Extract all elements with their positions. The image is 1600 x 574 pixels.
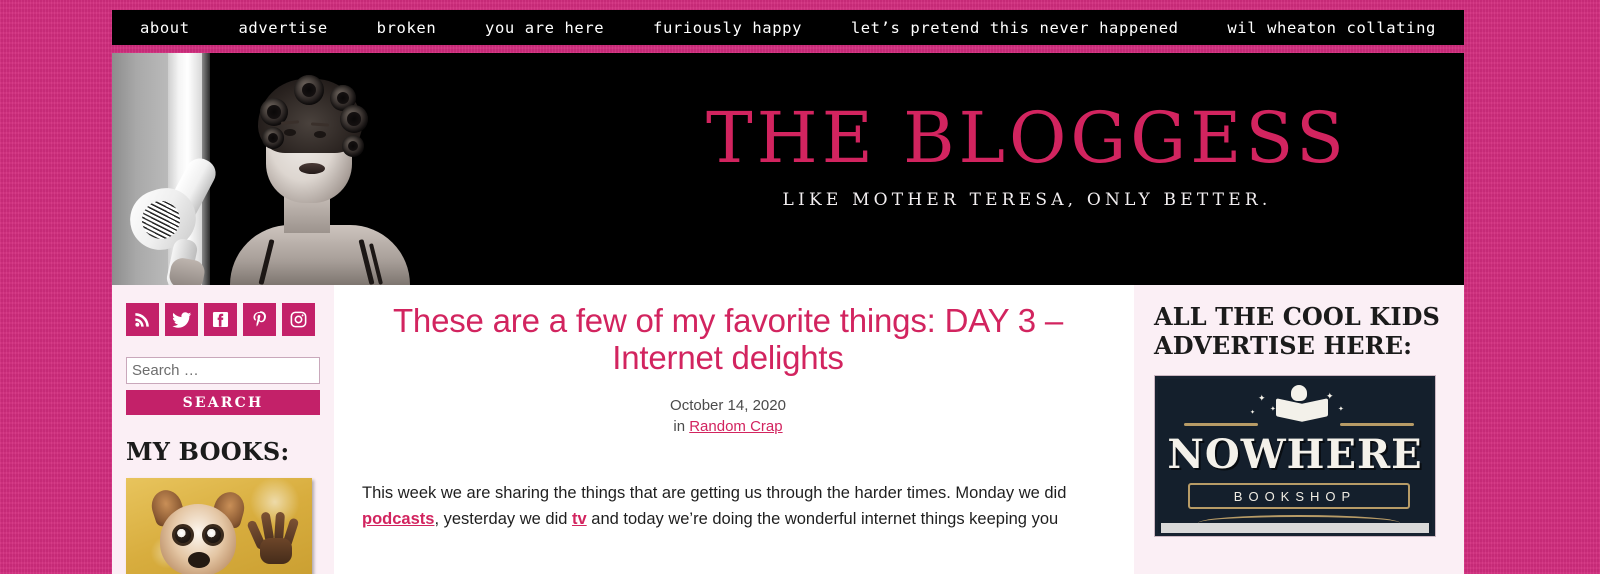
post-link-podcasts[interactable]: podcasts	[362, 510, 434, 528]
pinterest-icon[interactable]	[243, 303, 276, 336]
instagram-icon[interactable]	[282, 303, 315, 336]
ad-logo-name: NOWHERE	[1167, 430, 1423, 478]
reader-figure-icon	[1291, 384, 1307, 401]
site-header-banner: THE BLOGGESS LIKE MOTHER TERESA, ONLY BE…	[112, 53, 1464, 285]
facebook-icon[interactable]	[204, 303, 237, 336]
right-sidebar: ALL THE COOL KIDS ADVERTISE HERE: ✦ ✦ ✦ …	[1134, 285, 1464, 574]
raccoon-palm	[260, 538, 292, 564]
header-photo-woman-with-curlers	[112, 53, 467, 285]
nav-item-you-are-here[interactable]: you are here	[485, 19, 604, 37]
ornament-flourish-left	[1184, 422, 1258, 426]
post-content-column: These are a few of my favorite things: D…	[334, 285, 1134, 574]
hair-curler-icon	[342, 135, 364, 157]
ad-logo-subtitle: BOOKSHOP	[1233, 488, 1357, 504]
social-links-row	[126, 303, 322, 336]
nav-item-about[interactable]: about	[140, 19, 190, 37]
post-body-text-2: , yesterday we did	[434, 510, 573, 529]
raccoon-nose	[188, 552, 210, 568]
post-category-line: in Random Crap	[362, 416, 1094, 437]
raccoon-hand	[246, 511, 300, 566]
sparkle-icon: ✦	[1258, 392, 1266, 403]
nav-item-wil-wheaton[interactable]: wil wheaton collating	[1227, 19, 1436, 37]
sparkle-icon: ✦	[1326, 390, 1334, 401]
main-navigation: about advertise broken you are here furi…	[112, 10, 1464, 45]
post-body-paragraph: This week we are sharing the things that…	[362, 480, 1094, 533]
sparkle-icon: ✦	[1250, 409, 1256, 416]
photo-eye-left	[284, 129, 296, 136]
post-link-tv[interactable]: tv	[572, 510, 587, 528]
my-books-heading: MY BOOKS:	[126, 437, 290, 466]
hair-curler-icon	[294, 75, 324, 105]
book-page-right	[1302, 397, 1328, 422]
advertise-heading: ALL THE COOL KIDS ADVERTISE HERE:	[1154, 302, 1440, 360]
main-content-area: SEARCH MY BOOKS: These	[112, 285, 1464, 574]
nav-item-advertise[interactable]: advertise	[238, 19, 327, 37]
site-title[interactable]: THE BLOGGESS	[612, 103, 1442, 173]
post-date: October 14, 2020	[670, 396, 786, 414]
post-title[interactable]: These are a few of my favorite things: D…	[362, 302, 1094, 377]
nav-item-lets-pretend[interactable]: let’s pretend this never happened	[851, 19, 1179, 37]
ornament-flourish-right	[1340, 422, 1414, 426]
photo-lips	[299, 163, 325, 174]
post-category-prefix: in	[673, 418, 690, 436]
left-sidebar: SEARCH MY BOOKS:	[112, 285, 334, 574]
raccoon-eye-right	[202, 524, 224, 546]
photo-shoulders	[230, 225, 410, 285]
sparkle-icon: ✦	[1338, 405, 1344, 413]
book-page-left	[1276, 397, 1302, 422]
post-body-text-1: This week we are sharing the things that…	[362, 483, 1067, 502]
nowhere-bookshop-ad[interactable]: ✦ ✦ ✦ ✦ ✦ NOWHERE BOOKSHOP	[1154, 374, 1436, 537]
hair-curler-icon	[340, 105, 368, 133]
search-input[interactable]	[126, 357, 320, 384]
ad-inner-panel: ✦ ✦ ✦ ✦ ✦ NOWHERE BOOKSHOP	[1158, 378, 1432, 533]
post-meta: October 14, 2020 in Random Crap	[362, 395, 1094, 438]
site-tagline: LIKE MOTHER TERESA, ONLY BETTER.	[782, 190, 1272, 210]
nav-item-broken[interactable]: broken	[377, 19, 437, 37]
search-button[interactable]: SEARCH	[126, 390, 320, 415]
hair-curler-icon	[262, 127, 284, 149]
twitter-icon[interactable]	[165, 303, 198, 336]
sparkle-icon: ✦	[1270, 405, 1276, 413]
nav-item-furiously-happy[interactable]: furiously happy	[653, 19, 802, 37]
post-body-text-3: and today we’re doing the wonderful inte…	[586, 510, 1059, 529]
ad-bottom-strip	[1161, 522, 1429, 533]
search-form: SEARCH	[126, 357, 320, 415]
book-cover-thumbnail[interactable]	[126, 478, 312, 574]
post-category-link[interactable]: Random Crap	[689, 418, 782, 435]
page-wrapper: about advertise broken you are here furi…	[112, 0, 1464, 574]
rss-icon[interactable]	[126, 303, 159, 336]
photo-eye-right	[314, 131, 326, 138]
raccoon-eye-left	[172, 524, 194, 546]
photo-wall	[112, 53, 174, 285]
